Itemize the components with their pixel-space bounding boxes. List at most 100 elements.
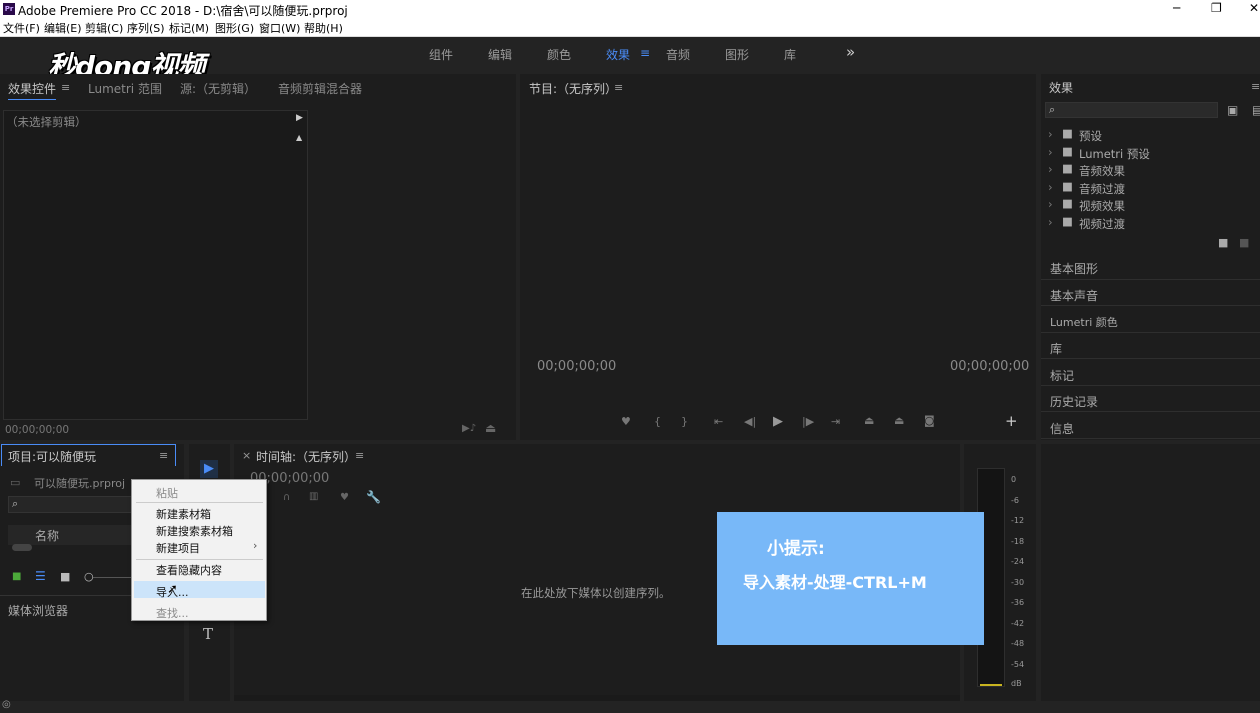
export-icon[interactable]: ⏏ — [485, 421, 496, 435]
timeline-menu-icon[interactable]: ≡ — [355, 449, 364, 462]
selection-tool-icon[interactable]: ▶ — [200, 460, 218, 478]
project-search-input[interactable]: ⌕ — [8, 496, 136, 513]
section-essential-sound[interactable]: 基本声音 — [1050, 287, 1098, 304]
delete-icon[interactable]: ■ — [1239, 236, 1249, 249]
tab-effect-controls[interactable]: 效果控件 — [8, 80, 57, 100]
folder-icon: ■ — [1062, 214, 1073, 228]
play-icon[interactable]: ▶ — [773, 414, 783, 429]
tree-item-presets[interactable]: 预设 — [1079, 128, 1102, 144]
effects-panel-title[interactable]: 效果 — [1049, 79, 1073, 96]
minimize-button[interactable]: ─ — [1173, 1, 1180, 15]
tree-item-audio-effects[interactable]: 音频效果 — [1079, 163, 1125, 179]
effect-controls-panel: 效果控件 ≡ Lumetri 范围 源:（无剪辑） 音频剪辑混合器 （未选择剪辑… — [0, 74, 516, 440]
tree-item-audio-transitions[interactable]: 音频过渡 — [1079, 181, 1125, 197]
close-timeline-icon[interactable]: × — [242, 449, 251, 462]
tab-lumetri-scopes[interactable]: Lumetri 范围 — [88, 80, 162, 97]
project-menu-icon[interactable]: ≡ — [159, 449, 168, 462]
menu-item-new-search-bin[interactable]: 新建搜索素材箱 — [156, 523, 233, 539]
expand-arrow-icon[interactable]: ▶ — [296, 113, 303, 123]
workspace-audio[interactable]: 音频 — [666, 46, 690, 63]
tree-chevron-icon[interactable]: › — [1048, 127, 1053, 141]
menu-graphics[interactable]: 图形(G) — [215, 20, 254, 36]
effects-menu-icon[interactable]: ≡ — [1251, 80, 1260, 93]
tab-audio-clip-mixer[interactable]: 音频剪辑混合器 — [278, 80, 362, 97]
scroll-up-icon[interactable]: ▲ — [296, 133, 302, 142]
go-to-in-icon[interactable]: ⇤ — [714, 415, 723, 428]
export-frame-icon[interactable]: ◙ — [924, 414, 935, 427]
tree-item-video-effects[interactable]: 视频效果 — [1079, 198, 1125, 214]
new-custom-bin-icon[interactable]: ■ — [1218, 236, 1228, 249]
wrench-icon[interactable]: 🔧 — [366, 490, 381, 504]
tree-chevron-icon[interactable]: › — [1048, 145, 1053, 159]
tab-source[interactable]: 源:（无剪辑） — [180, 80, 256, 97]
program-monitor-title[interactable]: 节目:（无序列） — [529, 80, 617, 97]
button-editor-plus-icon[interactable]: + — [1005, 412, 1018, 430]
linked-selection-icon[interactable]: ▥ — [309, 491, 318, 502]
workspace-editing[interactable]: 编辑 — [488, 46, 512, 63]
program-timecode-current[interactable]: 00;00;00;00 — [537, 359, 616, 374]
zoom-slider-track[interactable] — [93, 577, 133, 578]
step-forward-icon[interactable]: |▶ — [802, 415, 814, 428]
mark-in-icon[interactable]: { — [654, 415, 661, 428]
tree-item-video-transitions[interactable]: 视频过渡 — [1079, 216, 1125, 232]
section-libraries[interactable]: 库 — [1050, 340, 1062, 357]
meter-label: -30 — [1011, 578, 1025, 587]
workspace-effects-menu-icon[interactable]: ≡ — [640, 46, 650, 60]
workspaces-overflow-icon[interactable]: » — [846, 43, 855, 61]
section-info[interactable]: 信息 — [1050, 420, 1074, 437]
project-scrollbar[interactable] — [12, 544, 32, 551]
tree-chevron-icon[interactable]: › — [1048, 162, 1053, 176]
menu-sequence[interactable]: 序列(S) — [127, 20, 165, 36]
workspace-color[interactable]: 颜色 — [547, 46, 571, 63]
new-preset-bin-icon[interactable]: ▣ — [1227, 103, 1238, 117]
step-back-icon[interactable]: ◀| — [744, 415, 756, 428]
tree-item-lumetri-presets[interactable]: Lumetri 预设 — [1079, 146, 1150, 162]
maximize-button[interactable]: ❐ — [1211, 1, 1222, 15]
snap-icon[interactable]: ∩ — [283, 492, 290, 503]
tree-chevron-icon[interactable]: › — [1048, 197, 1053, 211]
section-essential-graphics[interactable]: 基本图形 — [1050, 260, 1098, 277]
menu-item-paste[interactable]: 粘贴 — [156, 485, 178, 501]
tree-chevron-icon[interactable]: › — [1048, 215, 1053, 229]
lock-icon[interactable]: ■ — [12, 571, 21, 582]
menu-edit[interactable]: 编辑(E) — [44, 20, 82, 36]
list-view-icon[interactable]: ☰ — [35, 569, 46, 583]
extract-icon[interactable]: ⏏ — [894, 414, 904, 427]
section-lumetri-color[interactable]: Lumetri 颜色 — [1050, 314, 1118, 330]
go-to-out-icon[interactable]: ⇥ — [831, 415, 840, 428]
menu-clip[interactable]: 剪辑(C) — [85, 20, 123, 36]
menu-help[interactable]: 帮助(H) — [304, 20, 343, 36]
tree-chevron-icon[interactable]: › — [1048, 180, 1053, 194]
type-tool-icon[interactable]: T — [203, 625, 213, 643]
timeline-title[interactable]: 时间轴:（无序列） — [256, 448, 356, 465]
effects-panel: 效果 ≡ ⌕ ▣ ▤ › ■ 预设 › ■ Lumetri 预设 › ■ 音频效… — [1041, 74, 1260, 254]
accelerated-effects-icon[interactable]: ▤ — [1252, 103, 1260, 117]
program-menu-icon[interactable]: ≡ — [614, 81, 623, 94]
tab-media-browser[interactable]: 媒体浏览器 — [8, 602, 68, 619]
section-markers[interactable]: 标记 — [1050, 367, 1074, 384]
column-name-header[interactable]: 名称 — [35, 527, 59, 544]
folder-icon: ■ — [1062, 126, 1073, 140]
workspace-libraries[interactable]: 库 — [784, 46, 796, 63]
icon-view-icon[interactable]: ■ — [60, 570, 70, 583]
play-only-audio-icon[interactable]: ▶♪ — [462, 423, 476, 434]
section-history[interactable]: 历史记录 — [1050, 393, 1098, 410]
project-panel-title[interactable]: 项目:可以随便玩 — [8, 448, 96, 465]
menu-file[interactable]: 文件(F) — [3, 20, 40, 36]
effects-search-input[interactable]: ⌕ — [1045, 102, 1218, 118]
menu-marker[interactable]: 标记(M) — [169, 20, 209, 36]
menu-item-new-bin[interactable]: 新建素材箱 — [156, 506, 211, 522]
menu-item-new-item[interactable]: 新建项目 — [156, 540, 200, 556]
workspace-assembly[interactable]: 组件 — [429, 46, 453, 63]
menu-item-view-hidden[interactable]: 查看隐藏内容 — [156, 562, 222, 578]
menu-window[interactable]: 窗口(W) — [259, 20, 300, 36]
mark-out-icon[interactable]: } — [681, 415, 688, 428]
workspace-graphics[interactable]: 图形 — [725, 46, 749, 63]
close-button[interactable]: ✕ — [1249, 1, 1259, 15]
add-marker-icon[interactable]: ♥ — [340, 492, 349, 503]
effect-controls-menu-icon[interactable]: ≡ — [61, 81, 70, 94]
lift-icon[interactable]: ⏏ — [864, 414, 874, 427]
workspace-effects[interactable]: 效果 — [606, 46, 630, 63]
menu-item-find[interactable]: 查找... — [156, 605, 189, 621]
add-marker-icon[interactable]: ♥ — [621, 415, 631, 428]
